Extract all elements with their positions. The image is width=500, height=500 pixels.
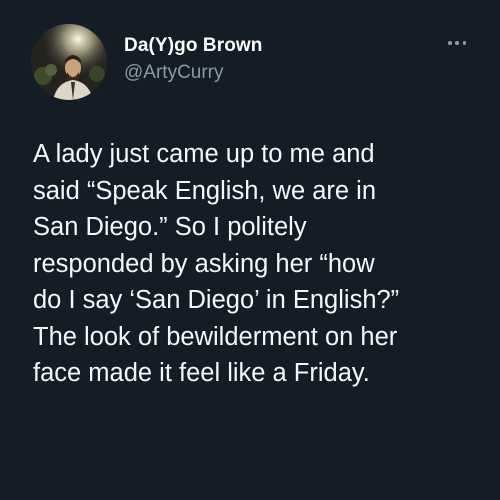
- tweet-text: A lady just came up to me and said “Spea…: [33, 136, 473, 392]
- more-dot: [462, 41, 466, 45]
- tweet-text-line: face made it feel like a Friday.: [33, 359, 370, 387]
- tweet-text-line: do I say ‘San Diego’ in English?”: [33, 286, 400, 314]
- tweet-text-line: responded by asking her “how: [33, 249, 375, 278]
- more-dot: [448, 41, 452, 45]
- avatar[interactable]: [31, 24, 107, 100]
- author-handle[interactable]: @ArtyCurry: [124, 62, 224, 84]
- author-display-name[interactable]: Da(Y)go Brown: [124, 35, 263, 57]
- profile-photo-icon: [31, 24, 107, 100]
- tweet-text-line: said “Speak English, we are in: [33, 176, 377, 205]
- tweet-text-line: The look of bewilderment on her: [33, 322, 398, 351]
- tweet-card: Da(Y)go Brown @ArtyCurry A lady just cam…: [0, 0, 500, 500]
- tweet-text-line: A lady just came up to me and: [33, 140, 375, 168]
- tweet-text-line: San Diego.” So I politely: [33, 213, 307, 241]
- more-options-icon[interactable]: [448, 34, 466, 52]
- more-dot: [455, 41, 459, 45]
